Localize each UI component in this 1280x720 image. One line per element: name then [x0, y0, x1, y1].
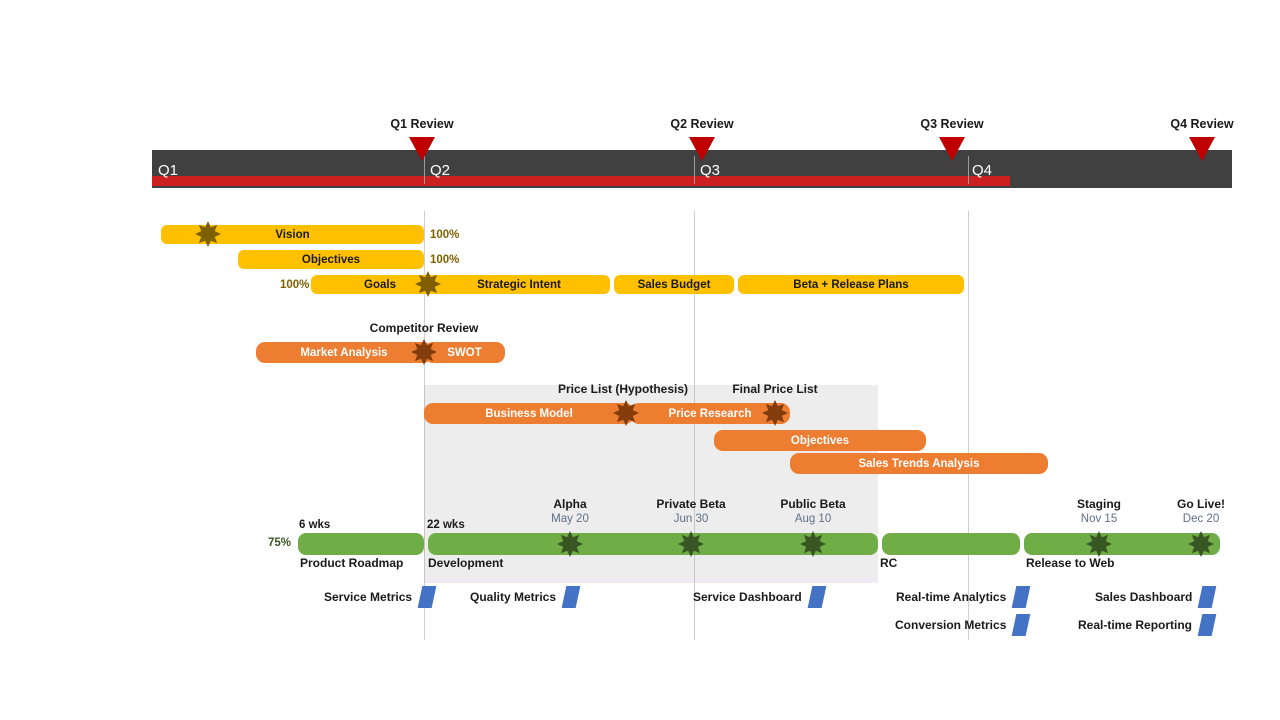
bi-flag-icon — [1198, 586, 1217, 608]
milestone-date: May 20 — [551, 513, 589, 525]
bi-flag-icon — [1012, 614, 1031, 636]
progress-percent-label: 100% — [430, 229, 460, 241]
review-label-3: Q3 Review — [920, 117, 984, 131]
quarter-label-q3: Q3 — [700, 162, 721, 179]
task-caption: Release to Web — [1026, 556, 1115, 570]
bi-item[interactable]: Conversion Metrics — [895, 614, 1031, 636]
milestone-label: Final Price List — [732, 382, 818, 396]
bi-item-label: Real-time Analytics — [896, 590, 1007, 604]
task-bar[interactable]: Sales Budget — [614, 275, 734, 294]
review-label-1: Q1 Review — [390, 117, 454, 131]
bi-item-label: Service Metrics — [324, 590, 413, 604]
milestone-date: Dec 20 — [1182, 513, 1220, 525]
task-bar[interactable] — [882, 533, 1020, 555]
bi-item[interactable]: Real-time Reporting — [1078, 614, 1217, 636]
review-flag-icon-4[interactable] — [1189, 137, 1215, 161]
milestone-star-icon[interactable] — [800, 531, 826, 557]
review-flag-icon-1[interactable] — [409, 137, 435, 161]
review-label-2: Q2 Review — [670, 117, 734, 131]
bi-item[interactable]: Sales Dashboard — [1095, 586, 1217, 608]
milestone-date: Aug 10 — [794, 513, 832, 525]
quarter-label-q1: Q1 — [158, 162, 179, 179]
task-bar[interactable]: SWOT — [424, 342, 505, 363]
milestone-label: Public Beta — [780, 497, 846, 511]
duration-label: 6 wks — [299, 519, 331, 531]
milestone-star-icon[interactable] — [1188, 531, 1214, 557]
task-bar[interactable]: Market Analysis — [256, 342, 432, 363]
bi-item-label: Service Dashboard — [693, 590, 802, 604]
milestone-label: Alpha — [553, 497, 587, 511]
grid-line-3 — [968, 211, 969, 640]
bi-item[interactable]: Quality Metrics — [470, 586, 581, 608]
review-flag-icon-2[interactable] — [689, 137, 715, 161]
task-caption: Development — [428, 556, 504, 570]
task-bar[interactable]: Sales Trends Analysis — [790, 453, 1048, 474]
progress-percent-label: 75% — [268, 537, 292, 549]
quarter-label-q4: Q4 — [972, 162, 993, 179]
bi-item-label: Conversion Metrics — [895, 618, 1007, 632]
milestone-label: Go Live! — [1176, 497, 1226, 511]
progress-percent-label: 100% — [430, 254, 460, 266]
bi-flag-icon — [1197, 614, 1217, 636]
milestone-star-icon[interactable] — [557, 531, 583, 557]
bi-item-label: Sales Dashboard — [1095, 590, 1193, 604]
bi-item-label: Quality Metrics — [470, 590, 557, 604]
duration-label: 22 wks — [427, 519, 465, 531]
task-bar[interactable]: Strategic Intent — [428, 275, 610, 294]
roadmap-canvas: Q1 Q2 Q3 Q4 Q1 Review Q2 Review Q3 Review Q4 Re… — [0, 0, 1280, 720]
bi-flag-icon — [417, 586, 437, 608]
bi-flag-icon — [1011, 586, 1031, 608]
quarter-divider-3 — [968, 156, 969, 184]
review-label-4: Q4 Review — [1170, 117, 1234, 131]
milestone-star-icon[interactable] — [1086, 531, 1112, 557]
task-bar[interactable] — [298, 533, 424, 555]
bi-item-label: Real-time Reporting — [1078, 618, 1193, 632]
task-bar[interactable]: Beta + Release Plans — [738, 275, 964, 294]
bi-item[interactable]: Service Dashboard — [693, 586, 827, 608]
milestone-label: Private Beta — [656, 497, 726, 511]
milestone-label: Competitor Review — [369, 321, 479, 335]
milestone-date: Nov 15 — [1080, 513, 1118, 525]
bi-flag-icon — [807, 586, 827, 608]
task-bar[interactable]: Objectives — [714, 430, 926, 451]
milestone-label: Staging — [1077, 497, 1121, 511]
milestone-label: Price List (Hypothesis) — [557, 382, 689, 396]
timeline-progress-bar — [152, 176, 1010, 186]
bi-flag-icon — [561, 586, 581, 608]
task-bar[interactable]: Objectives — [238, 250, 424, 269]
milestone-star-icon[interactable] — [678, 531, 704, 557]
task-caption: Product Roadmap — [300, 556, 404, 570]
bi-item[interactable]: Real-time Analytics — [896, 586, 1031, 608]
review-flag-icon-3[interactable] — [939, 137, 965, 161]
milestone-date: Jun 30 — [673, 513, 709, 525]
quarter-label-q2: Q2 — [430, 162, 451, 179]
progress-percent-label: 100% — [280, 279, 310, 291]
task-bar[interactable]: Business Model — [424, 403, 634, 424]
task-caption: RC — [880, 556, 898, 570]
bi-item[interactable]: Service Metrics — [324, 586, 437, 608]
